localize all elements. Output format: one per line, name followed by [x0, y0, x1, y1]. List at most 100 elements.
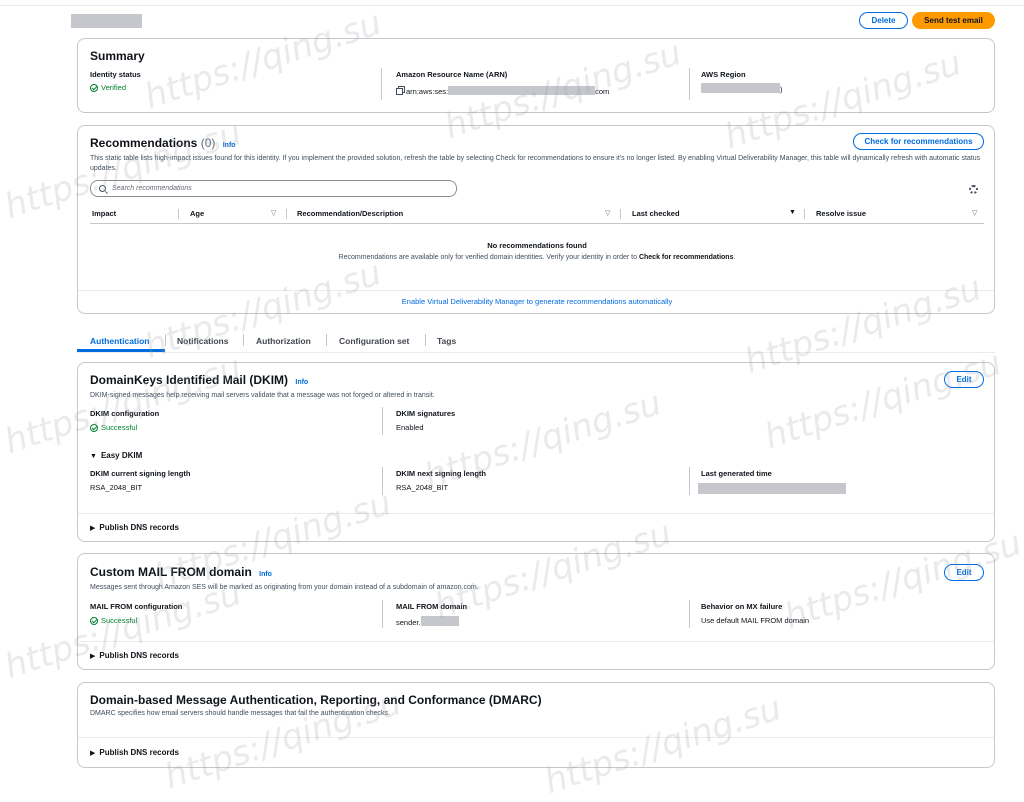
identity-status-value: Verified	[90, 83, 126, 92]
divider	[689, 467, 690, 495]
top-divider	[0, 5, 1024, 6]
dkim-config-value: Successful	[90, 423, 137, 432]
enable-vdm-link[interactable]: Enable Virtual Deliverability Manager to…	[78, 297, 996, 306]
tab-authorization[interactable]: Authorization	[256, 336, 311, 346]
arn-redacted	[448, 86, 596, 95]
tab-divider	[425, 334, 426, 346]
mail-from-publish-dns-expander[interactable]: ▶ Publish DNS records	[90, 651, 179, 660]
divider	[382, 467, 383, 495]
copy-icon[interactable]	[396, 88, 403, 95]
tab-divider	[165, 334, 166, 346]
recommendations-info-link[interactable]: Info	[223, 142, 236, 149]
divider	[78, 641, 994, 642]
dkim-title: DomainKeys Identified Mail (DKIM) Info	[90, 373, 308, 387]
tab-authentication[interactable]: Authentication	[90, 336, 150, 346]
mail-from-domain-label: MAIL FROM domain	[396, 602, 468, 611]
divider	[689, 68, 690, 100]
column-last-checked[interactable]: Last checked	[632, 209, 680, 218]
caret-right-icon: ▶	[90, 750, 96, 757]
column-divider	[620, 209, 621, 219]
empty-state-period: .	[733, 254, 736, 261]
easy-dkim-expander[interactable]: ▼ Easy DKIM	[90, 451, 142, 460]
mail-from-publish-dns-label: Publish DNS records	[99, 651, 179, 660]
page-title-redacted	[71, 14, 142, 28]
identity-status-text: Verified	[101, 83, 127, 92]
dkim-description: DKIM-signed messages help receiving mail…	[90, 392, 435, 399]
dkim-publish-dns-expander[interactable]: ▶ Publish DNS records	[90, 523, 179, 532]
summary-title: Summary	[90, 49, 145, 63]
dkim-publish-dns-label: Publish DNS records	[99, 523, 179, 532]
column-resolve-issue[interactable]: Resolve issue	[816, 209, 866, 218]
sort-caret-icon[interactable]: ▽	[605, 209, 610, 217]
dkim-signatures-value: Enabled	[396, 423, 424, 432]
delete-button[interactable]: Delete	[859, 12, 908, 29]
mail-from-config-label: MAIL FROM configuration	[90, 602, 183, 611]
tab-tags[interactable]: Tags	[437, 336, 456, 346]
summary-card: Summary Identity status Verified Amazon …	[77, 38, 995, 113]
mail-from-info-link[interactable]: Info	[259, 571, 272, 578]
dkim-current-length-label: DKIM current signing length	[90, 469, 191, 478]
dmarc-publish-dns-expander[interactable]: ▶ Publish DNS records	[90, 748, 179, 757]
dkim-edit-button[interactable]: Edit	[944, 371, 984, 388]
search-input[interactable]: Search recommendations	[90, 180, 457, 197]
tab-configuration-set[interactable]: Configuration set	[339, 336, 409, 346]
mail-from-domain-value: sender.	[396, 616, 459, 627]
caret-right-icon: ▶	[90, 653, 96, 660]
easy-dkim-label: Easy DKIM	[100, 451, 143, 460]
dmarc-publish-dns-label: Publish DNS records	[99, 748, 179, 757]
search-icon	[99, 185, 108, 194]
caret-right-icon: ▶	[90, 525, 96, 532]
mail-from-edit-button[interactable]: Edit	[944, 564, 984, 581]
arn-prefix: arn:aws:ses:	[406, 87, 449, 96]
mail-from-domain-redacted	[420, 616, 459, 626]
divider	[381, 68, 382, 100]
caret-down-icon: ▼	[90, 453, 97, 460]
mail-from-domain-prefix: sender.	[396, 618, 421, 627]
region-redacted	[701, 83, 780, 93]
last-generated-label: Last generated time	[701, 469, 772, 478]
dkim-next-length-value: RSA_2048_BIT	[396, 483, 449, 492]
sort-caret-filled-icon[interactable]: ▼	[789, 209, 796, 216]
column-recommendation[interactable]: Recommendation/Description	[297, 209, 403, 218]
mail-from-config-value: Successful	[90, 616, 137, 625]
empty-state-body: Recommendations are available only for v…	[338, 254, 637, 261]
region-value: )	[701, 83, 783, 94]
settings-gear-icon[interactable]	[969, 185, 978, 194]
empty-state-check-link: Check for recommendations	[638, 254, 734, 261]
dkim-config-text: Successful	[101, 423, 138, 432]
dmarc-description: DMARC specifies how email servers should…	[90, 710, 390, 717]
check-for-recommendations-button[interactable]: Check for recommendations	[853, 133, 984, 150]
dkim-info-link[interactable]: Info	[295, 379, 308, 386]
success-check-icon	[90, 616, 98, 625]
region-label: AWS Region	[701, 70, 746, 79]
recommendations-count: (0)	[200, 136, 216, 150]
send-test-email-button[interactable]: Send test email	[912, 12, 995, 29]
mx-failure-label: Behavior on MX failure	[701, 602, 783, 611]
dkim-signatures-label: DKIM signatures	[396, 409, 456, 418]
sort-caret-icon[interactable]: ▽	[972, 209, 977, 217]
divider	[382, 600, 383, 628]
column-age[interactable]: Age	[190, 209, 204, 218]
mx-failure-value: Use default MAIL FROM domain	[701, 616, 810, 625]
mail-from-title-text: Custom MAIL FROM domain	[90, 565, 252, 579]
search-placeholder: Search recommendations	[112, 185, 192, 192]
empty-state-title: No recommendations found	[487, 241, 587, 250]
recommendations-title: Recommendations (0) Info	[90, 136, 236, 150]
mail-from-config-text: Successful	[101, 616, 138, 625]
footer-divider	[78, 290, 994, 291]
column-impact[interactable]: Impact	[92, 209, 116, 218]
column-divider	[804, 209, 805, 219]
sort-caret-icon[interactable]: ▽	[271, 209, 276, 217]
arn-value: arn:aws:ses: com	[396, 86, 609, 96]
mail-from-card: Custom MAIL FROM domain Info Edit Messag…	[77, 553, 995, 670]
divider	[78, 513, 994, 514]
tab-divider	[326, 334, 327, 346]
arn-label: Amazon Resource Name (ARN)	[396, 70, 508, 79]
mail-from-description: Messages sent through Amazon SES will be…	[90, 584, 479, 591]
region-suffix: )	[780, 85, 783, 94]
arn-suffix: com	[595, 87, 610, 96]
dkim-card: DomainKeys Identified Mail (DKIM) Info E…	[77, 362, 995, 542]
dkim-next-length-label: DKIM next signing length	[396, 469, 486, 478]
identity-status-label: Identity status	[90, 70, 141, 79]
tab-notifications[interactable]: Notifications	[177, 336, 228, 346]
